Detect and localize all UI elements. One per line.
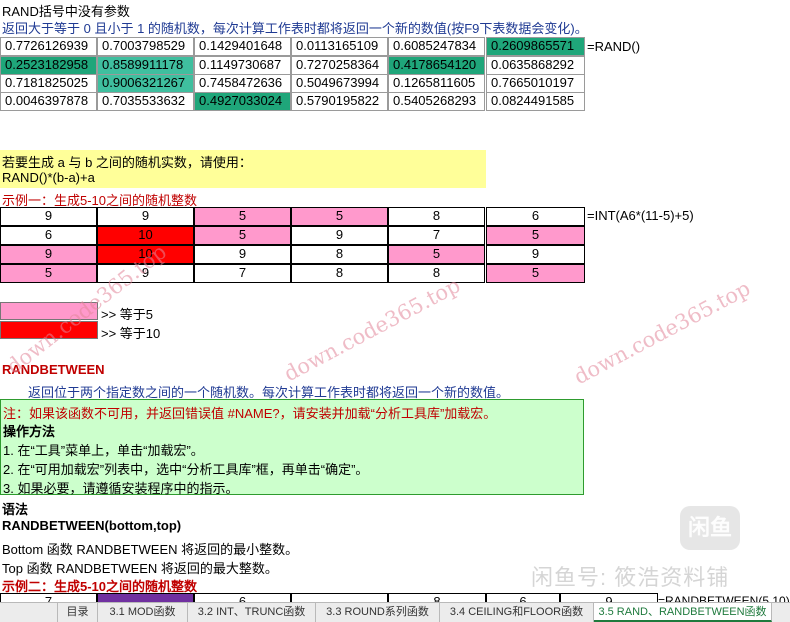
rand-cell[interactable]: 0.0824491585 <box>486 92 585 111</box>
top-desc: Top 函数 RANDBETWEEN 将返回的最大整数。 <box>2 561 278 576</box>
randbetween-title: RANDBETWEEN <box>2 362 105 377</box>
int-cell[interactable]: 5 <box>291 207 388 226</box>
rand-cell[interactable]: 0.2523182958 <box>0 56 97 75</box>
legend-pink-swatch <box>0 302 98 320</box>
formula-hint-line2: RAND()*(b-a)+a <box>2 170 95 185</box>
rand-cell[interactable]: 0.7181825025 <box>0 74 97 93</box>
int-cell[interactable]: 6 <box>486 207 585 226</box>
int-cell[interactable]: 9 <box>291 226 388 245</box>
rand-cell[interactable]: 0.6085247834 <box>388 37 485 56</box>
formula-hint-box: 若要生成 a 与 b 之间的随机实数，请使用： RAND()*(b-a)+a <box>0 150 486 188</box>
rand-cell[interactable]: 0.1429401648 <box>194 37 291 56</box>
int-cell[interactable]: 10 <box>97 245 194 264</box>
legend-eq5-label: >> 等于5 <box>101 307 154 322</box>
int-cell[interactable]: 5 <box>486 264 585 283</box>
syntax-param-top: top <box>156 518 177 533</box>
tab-ceiling-floor[interactable]: 3.4 CEILING和FLOOR函数 <box>440 603 594 622</box>
step-2: 2. 在“可用加载宏”列表中，选中“分析工具库”框，再单击“确定”。 <box>3 462 369 477</box>
tab-rand-randbetween[interactable]: 3.5 RAND、RANDBETWEEN函数 <box>594 603 772 622</box>
rand-cell[interactable]: 0.4178654120 <box>388 56 485 75</box>
rand-cell[interactable]: 0.7035533632 <box>97 92 194 111</box>
rand-cell[interactable]: 0.7726126939 <box>0 37 97 56</box>
rand-cell[interactable]: 0.5049673994 <box>291 74 388 93</box>
legend-red-swatch <box>0 321 98 339</box>
int-cell[interactable]: 7 <box>388 226 485 245</box>
tab-contents[interactable]: 目录 <box>58 603 98 622</box>
int-cell[interactable]: 9 <box>486 245 585 264</box>
tab-scroll-arrows[interactable] <box>0 603 58 622</box>
int-cell[interactable]: 8 <box>388 207 485 226</box>
xianyu-logo: 闲鱼 <box>680 506 740 550</box>
syntax-signature: RANDBETWEEN(bottom,top) <box>2 518 181 533</box>
formula-hint-line1: 若要生成 a 与 b 之间的随机实数，请使用： <box>2 155 252 170</box>
watermark-right: down.code365.top <box>570 276 755 390</box>
steps-title: 操作方法 <box>3 424 56 439</box>
syntax-fn: RANDBETWEEN( <box>2 518 109 533</box>
int-cell[interactable]: 7 <box>194 264 291 283</box>
xianyu-logo-text: 闲鱼 <box>687 515 732 540</box>
rand-formula: =RAND() <box>587 39 641 54</box>
int-formula: =INT(A6*(11-5)+5) <box>587 208 694 223</box>
int-cell[interactable]: 5 <box>194 207 291 226</box>
rand-cell[interactable]: 0.7665010197 <box>486 74 585 93</box>
int-cell[interactable]: 8 <box>291 264 388 283</box>
int-cell[interactable]: 10 <box>97 226 194 245</box>
tab-mod[interactable]: 3.1 MOD函数 <box>98 603 188 622</box>
legend-eq10-label: >> 等于10 <box>101 326 161 341</box>
rand-cell[interactable]: 0.9006321267 <box>97 74 194 93</box>
rand-cell[interactable]: 0.1149730687 <box>194 56 291 75</box>
tab-round[interactable]: 3.3 ROUND系列函数 <box>316 603 440 622</box>
rand-cell[interactable]: 0.5405268293 <box>388 92 485 111</box>
sheet-tab-bar: 目录 3.1 MOD函数 3.2 INT、TRUNC函数 3.3 ROUND系列… <box>0 602 790 622</box>
rand-cell[interactable]: 0.7458472636 <box>194 74 291 93</box>
int-cell[interactable]: 5 <box>194 226 291 245</box>
bottom-desc: Bottom 函数 RANDBETWEEN 将返回的最小整数。 <box>2 542 299 557</box>
int-cell[interactable]: 8 <box>388 264 485 283</box>
addin-note-box: 注：如果该函数不可用，并返回错误值 #NAME?，请安装并加载“分析工具库”加载… <box>0 399 584 496</box>
int-cell[interactable]: 9 <box>0 207 97 226</box>
int-cell[interactable]: 5 <box>486 226 585 245</box>
watermark-center: down.code365.top <box>280 273 465 387</box>
rand-cell[interactable]: 0.7270258364 <box>291 56 388 75</box>
int-cell[interactable]: 8 <box>291 245 388 264</box>
tab-int-trunc[interactable]: 3.2 INT、TRUNC函数 <box>188 603 316 622</box>
int-cell[interactable]: 9 <box>97 207 194 226</box>
xianyu-overlay-text: 闲鱼号: 筱浩资料铺 <box>531 565 730 590</box>
step-1: 1. 在“工具”菜单上，单击“加载宏”。 <box>3 443 204 458</box>
rand-cell[interactable]: 0.2609865571 <box>486 37 585 56</box>
rand-cell[interactable]: 0.4927033024 <box>194 92 291 111</box>
syntax-title: 语法 <box>2 502 29 517</box>
rand-cell[interactable]: 0.0635868292 <box>486 56 585 75</box>
int-cell[interactable]: 5 <box>388 245 485 264</box>
syntax-close: ) <box>176 518 182 533</box>
rand-cell[interactable]: 0.5790195822 <box>291 92 388 111</box>
rand-cell[interactable]: 0.8589911178 <box>97 56 194 75</box>
rand-cell[interactable]: 0.0113165109 <box>291 37 388 56</box>
step-3: 3. 如果必要，请遵循安装程序中的指示。 <box>3 481 239 496</box>
rand-cell[interactable]: 0.0046397878 <box>0 92 97 111</box>
int-cell[interactable]: 9 <box>194 245 291 264</box>
int-cell[interactable]: 9 <box>97 264 194 283</box>
int-cell[interactable]: 6 <box>0 226 97 245</box>
syntax-param-bottom: bottom <box>108 518 153 533</box>
int-cell[interactable]: 9 <box>0 245 97 264</box>
rand-cell[interactable]: 0.1265811605 <box>388 74 485 93</box>
rand-cell[interactable]: 0.7003798529 <box>97 37 194 56</box>
int-cell[interactable]: 5 <box>0 264 97 283</box>
header-description: 返回大于等于 0 且小于 1 的随机数，每次计算工作表时都将返回一个新的数值(按… <box>2 21 588 36</box>
addin-note: 注：如果该函数不可用，并返回错误值 #NAME?，请安装并加载“分析工具库”加载… <box>3 406 497 421</box>
